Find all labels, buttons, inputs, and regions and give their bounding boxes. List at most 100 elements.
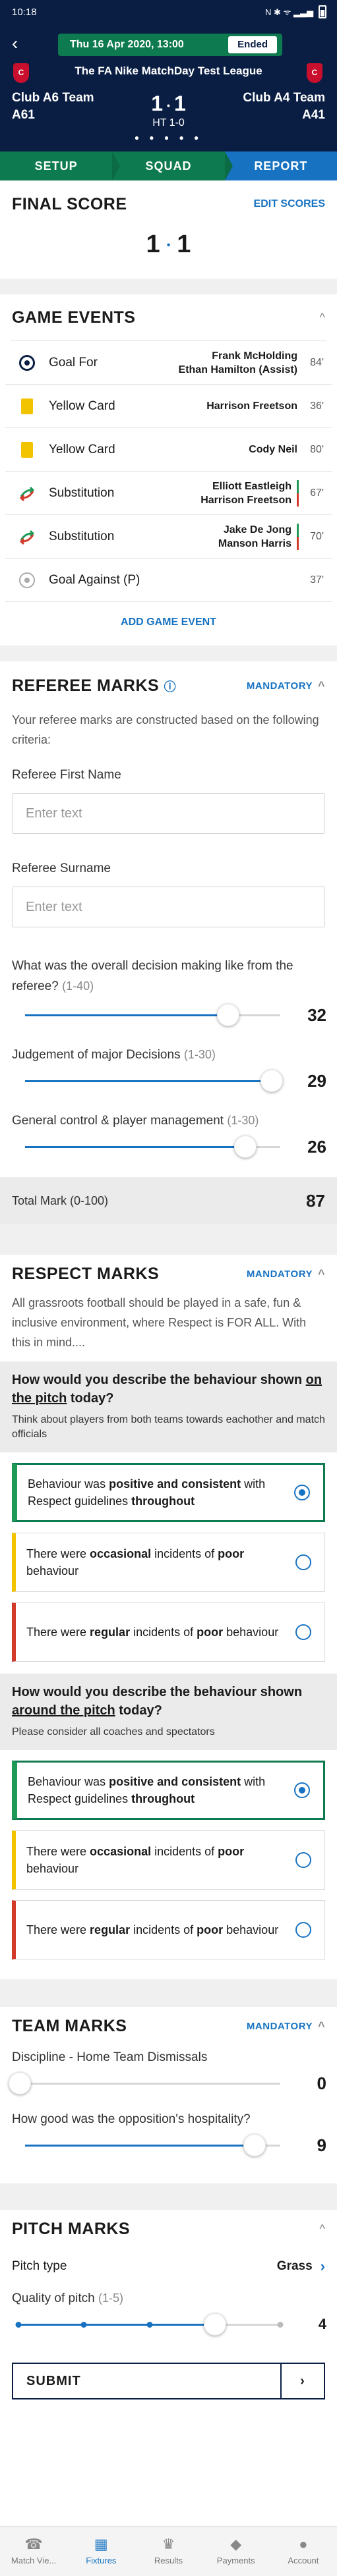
slider-thumb[interactable] [233, 1135, 257, 1158]
tab-match-vie[interactable]: ☎ Match Vie... [0, 2527, 67, 2576]
option-pre: There were [26, 1547, 90, 1560]
step-report[interactable]: REPORT [224, 151, 337, 180]
tab-payments[interactable]: ◆ Payments [202, 2527, 270, 2576]
battery-icon [319, 5, 326, 18]
game-event-row[interactable]: Substitution Elliott Eastleigh Harrison Fr… [5, 472, 332, 515]
radio-button[interactable] [295, 1624, 311, 1640]
pitch-type-value-wrap: Grass › [277, 2258, 325, 2275]
pitch-icon: ▦ [94, 2536, 108, 2552]
radio-button[interactable] [295, 1554, 311, 1570]
step-setup[interactable]: SETUP [0, 151, 121, 180]
hospitality-slider[interactable] [25, 2133, 280, 2156]
section-gap [0, 645, 337, 661]
option-mid: incidents of [151, 1845, 218, 1858]
collapse-chevron-icon[interactable]: ^ [320, 2222, 325, 2236]
around-pitch-option[interactable]: There were regular incidents of poor beh… [12, 1900, 325, 1959]
around-pitch-question-before: How would you describe the behaviour sho… [12, 1685, 303, 1699]
slider-thumb[interactable] [9, 2071, 31, 2095]
collapse-chevron-icon: ^ [317, 2019, 325, 2033]
around-pitch-options: Behaviour was positive and consistent wi… [0, 1761, 337, 1959]
decision-making-slider[interactable] [25, 1003, 280, 1026]
slider-thumb[interactable] [203, 2313, 226, 2336]
final-score-value: 1 • 1 [0, 224, 337, 279]
yellow-card-icon [21, 441, 33, 458]
edit-scores-button[interactable]: EDIT SCORES [254, 198, 325, 210]
league-name: The FA Nike MatchDay Test League [75, 65, 262, 77]
on-pitch-option[interactable]: Behaviour was positive and consistent wi… [12, 1463, 325, 1522]
pitch-quality-slider[interactable] [15, 2313, 284, 2336]
submit-button[interactable]: SUBMIT › [12, 2363, 325, 2399]
respect-mandatory-badge[interactable]: MANDATORY ^ [247, 1267, 325, 1281]
collapse-chevron-icon[interactable]: ^ [320, 311, 325, 325]
major-decisions-range: (1-30) [183, 1048, 216, 1061]
around-pitch-option[interactable]: There were occasional incidents of poor … [12, 1830, 325, 1890]
referee-marks-title-text: REFEREE MARKS [12, 676, 160, 695]
tab-fixtures[interactable]: ▦ Fixtures [67, 2527, 135, 2576]
radio-button[interactable] [294, 1782, 310, 1798]
pitch-quality-label: Quality of pitch (1-5) [0, 2291, 337, 2306]
event-player-name: Elliott Eastleigh [212, 480, 291, 492]
collapse-chevron-icon: ^ [317, 678, 325, 692]
referee-mandatory-badge[interactable]: MANDATORY ^ [247, 679, 325, 693]
major-decisions-slider[interactable] [25, 1069, 283, 1092]
status-bar: 10:18 N ✱ ᯤ ▂▃▅ [0, 0, 337, 24]
game-event-row[interactable]: Goal For Frank McHolding Ethan Hamilton (A… [5, 341, 332, 385]
radio-button[interactable] [295, 1922, 311, 1938]
slider-fill [18, 2323, 215, 2326]
tab-account[interactable]: ● Account [270, 2527, 337, 2576]
back-arrow-icon[interactable]: ‹ [12, 34, 18, 53]
team-mandatory-badge[interactable]: MANDATORY ^ [247, 2019, 325, 2033]
option-emphasis-2: throughout [131, 1494, 195, 1508]
signal-icons: N ✱ ᯤ ▂▃▅ [265, 7, 313, 17]
general-control-value: 26 [307, 1136, 326, 1157]
game-event-row[interactable]: Substitution Jake De Jong Manson Harris 70' [5, 515, 332, 559]
tab-label: Fixtures [86, 2556, 117, 2565]
referee-first-name-input[interactable]: Enter text [12, 793, 325, 834]
general-control-slider[interactable] [25, 1135, 280, 1158]
tab-label: Payments [216, 2556, 255, 2565]
collapse-chevron-icon: ^ [317, 1267, 325, 1280]
option-emphasis: regular [90, 1923, 131, 1936]
final-away-score: 1 [177, 231, 191, 258]
game-event-row[interactable]: Yellow Card Harrison Freetson 36' [5, 385, 332, 428]
around-pitch-question-after: today? [115, 1703, 162, 1718]
final-home-score: 1 [146, 231, 160, 258]
slider-thumb[interactable] [260, 1069, 283, 1092]
pitch-type-row[interactable]: Pitch type Grass › [0, 2248, 337, 2285]
info-icon[interactable]: ⓘ [164, 680, 177, 694]
referee-surname-input[interactable]: Enter text [12, 887, 325, 927]
radio-button[interactable] [295, 1852, 311, 1868]
tab-results[interactable]: ♛ Results [135, 2527, 202, 2576]
option-text: Behaviour was positive and consistent wi… [28, 1475, 294, 1510]
major-decisions-value: 29 [307, 1070, 326, 1091]
substitution-icon [19, 530, 35, 545]
event-icon [18, 485, 36, 502]
respect-marks-section: RESPECT MARKS MANDATORY ^ All grassroots … [0, 1255, 337, 1979]
step-squad[interactable]: SQUAD [112, 151, 233, 180]
add-game-event-button[interactable]: ADD GAME EVENT [121, 617, 216, 628]
around-pitch-option[interactable]: Behaviour was positive and consistent wi… [12, 1761, 325, 1820]
event-player-name: Harrison Freetson [200, 494, 291, 506]
slider-thumb[interactable] [243, 2133, 266, 2156]
event-players: Jake De Jong Manson Harris [218, 523, 297, 551]
submit-label: SUBMIT [26, 2373, 81, 2388]
whistle-icon: ☎ [24, 2536, 43, 2552]
on-pitch-question-before: How would you describe the behaviour sho… [12, 1373, 306, 1387]
option-mid: incidents of [130, 1923, 197, 1936]
option-emphasis-2: poor [218, 1547, 245, 1560]
discipline-slider[interactable] [9, 2071, 280, 2095]
option-emphasis: occasional [90, 1547, 152, 1560]
on-pitch-option[interactable]: There were occasional incidents of poor … [12, 1533, 325, 1592]
decision-making-range: (1-40) [62, 979, 94, 993]
general-control-text: General control & player management [12, 1114, 224, 1128]
game-event-row[interactable]: Goal Against (P) 37' [5, 559, 332, 602]
game-event-row[interactable]: Yellow Card Cody Neil 80' [5, 428, 332, 472]
final-score-separator: • [166, 239, 171, 251]
header-home-score: 1 [151, 92, 164, 115]
option-pre: Behaviour was [28, 1775, 109, 1788]
slider-thumb[interactable] [216, 1003, 239, 1026]
total-mark-value: 87 [306, 1190, 325, 1211]
radio-button[interactable] [294, 1485, 310, 1500]
final-score-title: FINAL SCORE [12, 194, 127, 213]
on-pitch-option[interactable]: There were regular incidents of poor beh… [12, 1603, 325, 1662]
